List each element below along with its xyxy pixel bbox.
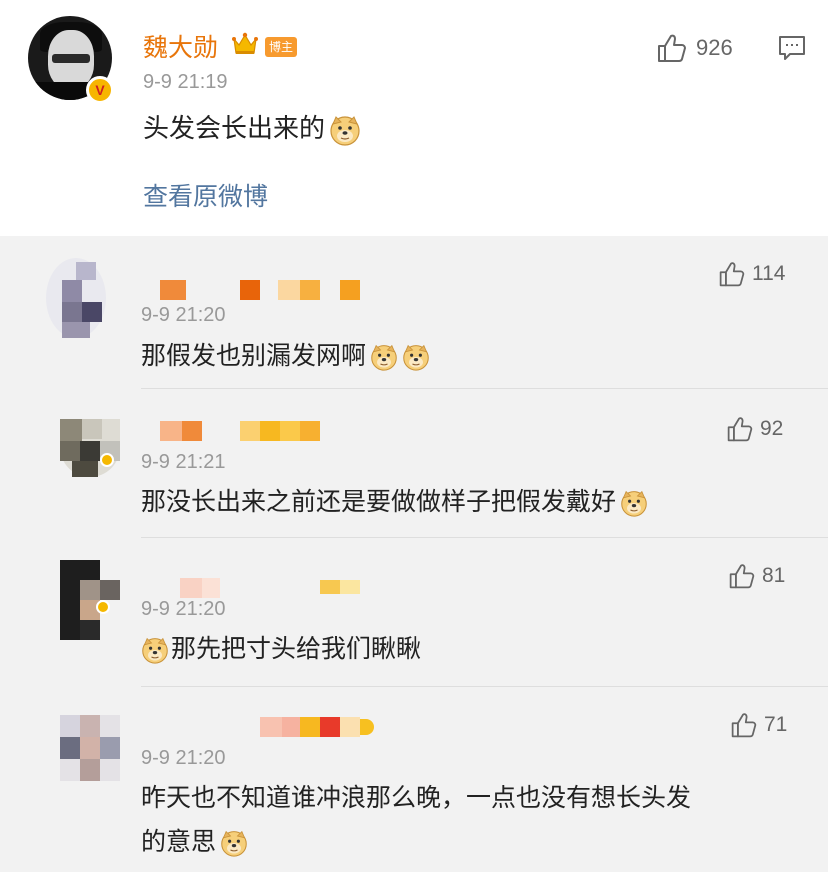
thumb-up-icon [718,260,746,288]
avatar[interactable] [60,715,120,795]
username[interactable]: 魏大勋 [143,28,218,64]
reply-item: 9-9 21:20 那假发也别漏发网啊 114 [0,236,828,388]
like-count: 114 [752,262,786,285]
thumb-up-icon [728,562,756,590]
avatar-glasses [52,54,90,63]
doge-emoji [220,829,248,857]
reply-item: 9-9 21:21 那没长出来之前还是要做做样子把假发戴好 92 [0,389,828,537]
timestamp: 9-9 21:20 [141,747,226,769]
avatar[interactable] [60,560,120,640]
doge-emoji [141,636,169,664]
comment-text-content: 那没长出来之前还是要做做样子把假发戴好 [141,487,617,516]
like-button[interactable]: 92 [726,415,783,443]
comment-text: 的意思 [141,823,248,861]
like-button[interactable]: 114 [718,260,785,288]
timestamp: 9-9 21:20 [141,304,226,326]
like-count: 81 [762,564,786,587]
like-count: 926 [696,35,733,60]
comment-text: 那先把寸头给我们瞅瞅 [141,630,421,668]
comment-text: 头发会长出来的 [143,108,361,146]
comment-icon[interactable] [778,34,806,62]
comment-text-line2: 的意思 [141,827,217,856]
comment-text-content: 头发会长出来的 [143,114,326,144]
verified-badge-icon: V [86,76,114,104]
timestamp: 9-9 21:20 [141,598,226,620]
doge-emoji [329,114,361,146]
doge-emoji [370,343,398,371]
reply-item: 9-9 21:20 那先把寸头给我们瞅瞅 81 [0,538,828,686]
crown-icon [232,32,258,54]
reply-item: 9-9 21:20 昨天也不知道谁冲浪那么晚，一点也没有想长头发 的意思 71 [0,687,828,872]
comment-text-content: 那假发也别漏发网啊 [141,341,367,370]
comment-text-content: 那先把寸头给我们瞅瞅 [171,634,422,663]
comment-text-line1: 昨天也不知道谁冲浪那么晚，一点也没有想长头发 [141,783,692,812]
owner-tag: 博主 [265,37,298,57]
like-count: 71 [764,713,788,736]
thumb-up-icon [656,32,688,64]
doge-emoji [402,343,430,371]
main-comment: V 魏大勋 博主 9-9 21:19 头发会长出来的 查看原微博 926 [0,0,828,236]
view-original-link[interactable]: 查看原微博 [143,177,268,213]
avatar[interactable] [46,258,106,338]
like-button[interactable]: 71 [730,711,787,739]
comment-text: 那假发也别漏发网啊 [141,337,430,375]
thumb-up-icon [730,711,758,739]
like-button[interactable]: 926 [656,32,733,64]
like-count: 92 [760,417,784,440]
timestamp: 9-9 21:21 [141,451,226,473]
doge-emoji [620,489,648,517]
comment-text: 那没长出来之前还是要做做样子把假发戴好 [141,483,648,521]
timestamp: 9-9 21:19 [143,71,228,93]
thumb-up-icon [726,415,754,443]
like-button[interactable]: 81 [728,562,785,590]
